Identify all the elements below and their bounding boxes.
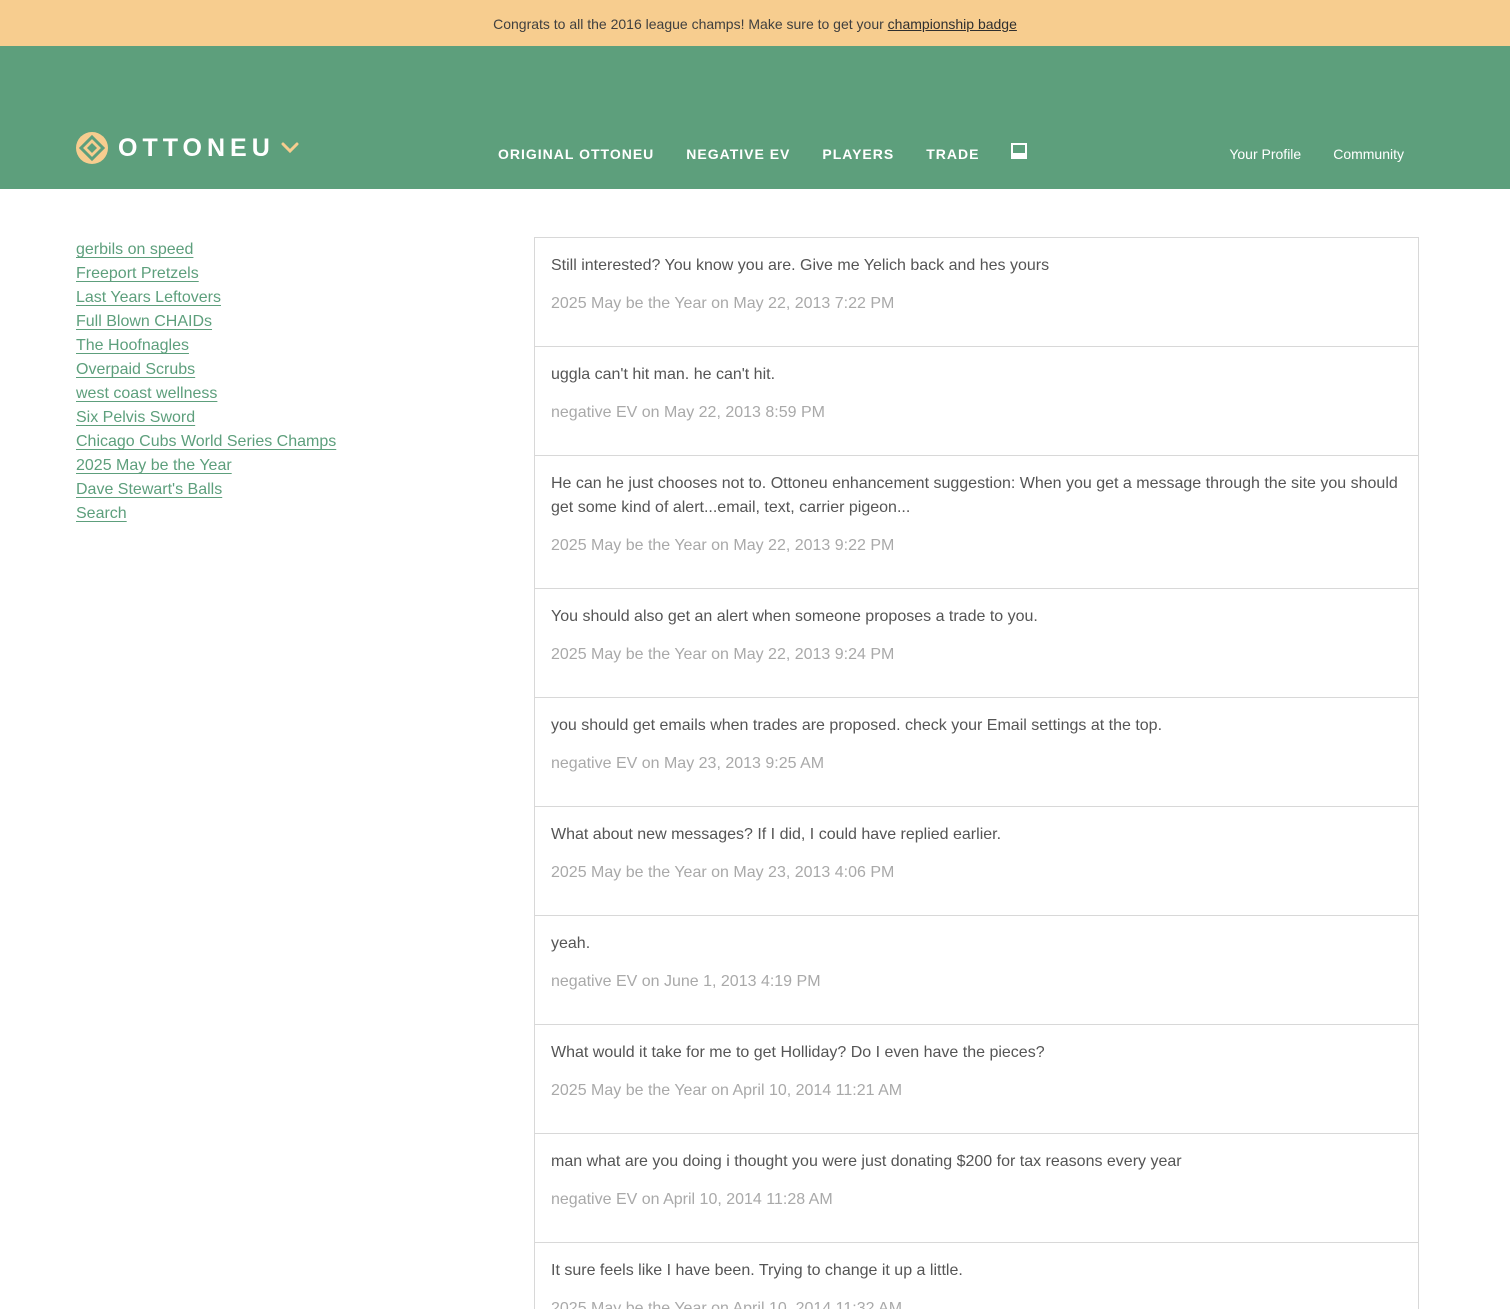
team-link[interactable]: Dave Stewart's Balls <box>76 478 222 502</box>
message: yeah. negative EV on June 1, 2013 4:19 P… <box>535 916 1418 1025</box>
message-body: He can he just chooses not to. Ottoneu e… <box>551 475 1398 516</box>
team-link[interactable]: Chicago Cubs World Series Champs <box>76 430 336 454</box>
message: Still interested? You know you are. Give… <box>535 238 1418 347</box>
message-body: You should also get an alert when someon… <box>551 608 1038 625</box>
nav-negative-ev[interactable]: NEGATIVE EV <box>686 142 790 166</box>
team-link[interactable]: Last Years Leftovers <box>76 286 221 310</box>
brand-logo[interactable]: OTTONEU <box>76 132 299 164</box>
message-thread: Still interested? You know you are. Give… <box>534 237 1419 1309</box>
message-body: It sure feels like I have been. Trying t… <box>551 1262 963 1279</box>
message-body: yeah. <box>551 935 591 952</box>
message: You should also get an alert when someon… <box>535 589 1418 698</box>
search-link[interactable]: Search <box>76 502 127 526</box>
message-meta: negative EV on May 22, 2013 8:59 PM <box>551 404 825 421</box>
message-meta: 2025 May be the Year on May 22, 2013 9:2… <box>551 646 895 663</box>
team-link[interactable]: Six Pelvis Sword <box>76 406 195 430</box>
message: uggla can't hit man. he can't hit. negat… <box>535 347 1418 456</box>
message-body: uggla can't hit man. he can't hit. <box>551 366 776 383</box>
team-link[interactable]: The Hoofnagles <box>76 334 189 358</box>
nav-original-ottoneu[interactable]: ORIGINAL OTTONEU <box>498 142 654 166</box>
ottoneu-logo-icon <box>76 132 108 164</box>
message-meta: 2025 May be the Year on May 23, 2013 4:0… <box>551 864 895 881</box>
message-meta: negative EV on May 23, 2013 9:25 AM <box>551 755 825 772</box>
message-meta: 2025 May be the Year on April 10, 2014 1… <box>551 1082 903 1099</box>
message: It sure feels like I have been. Trying t… <box>535 1243 1418 1309</box>
team-link[interactable]: Overpaid Scrubs <box>76 358 195 382</box>
message-meta: 2025 May be the Year on May 22, 2013 7:2… <box>551 295 895 312</box>
community-link[interactable]: Community <box>1333 142 1404 166</box>
nav-players[interactable]: PLAYERS <box>822 142 894 166</box>
team-link[interactable]: west coast wellness <box>76 382 217 406</box>
user-nav: Your Profile Community <box>1197 142 1404 166</box>
message: What about new messages? If I did, I cou… <box>535 807 1418 916</box>
team-link[interactable]: Full Blown CHAIDs <box>76 310 212 334</box>
your-profile-link[interactable]: Your Profile <box>1229 142 1301 166</box>
championship-badge-link[interactable]: championship badge <box>888 16 1017 32</box>
brand-name: OTTONEU <box>118 134 275 162</box>
message-body: man what are you doing i thought you wer… <box>551 1153 1182 1170</box>
message: man what are you doing i thought you wer… <box>535 1134 1418 1243</box>
chevron-down-icon[interactable] <box>281 142 299 154</box>
message-meta: 2025 May be the Year on May 22, 2013 9:2… <box>551 537 895 554</box>
message-body: Still interested? You know you are. Give… <box>551 257 1050 274</box>
team-sidebar: gerbils on speed Freeport Pretzels Last … <box>76 238 476 526</box>
announcement-bar: Congrats to all the 2016 league champs! … <box>0 0 1510 46</box>
team-link[interactable]: Freeport Pretzels <box>76 262 199 286</box>
message: He can he just chooses not to. Ottoneu e… <box>535 456 1418 589</box>
message: you should get emails when trades are pr… <box>535 698 1418 807</box>
message-body: you should get emails when trades are pr… <box>551 717 1163 734</box>
main-nav: ORIGINAL OTTONEU NEGATIVE EV PLAYERS TRA… <box>498 142 1028 166</box>
nav-trade[interactable]: TRADE <box>926 142 979 166</box>
message-meta: negative EV on June 1, 2013 4:19 PM <box>551 973 821 990</box>
team-link[interactable]: gerbils on speed <box>76 238 193 262</box>
announcement-text: Congrats to all the 2016 league champs! … <box>493 16 888 32</box>
message: What would it take for me to get Hollida… <box>535 1025 1418 1134</box>
message-body: What would it take for me to get Hollida… <box>551 1044 1045 1061</box>
inbox-icon[interactable] <box>1011 143 1028 159</box>
team-link[interactable]: 2025 May be the Year <box>76 454 232 478</box>
message-meta: 2025 May be the Year on April 10, 2014 1… <box>551 1300 903 1309</box>
message-body: What about new messages? If I did, I cou… <box>551 826 1002 843</box>
message-meta: negative EV on April 10, 2014 11:28 AM <box>551 1191 833 1208</box>
site-header: OTTONEU ORIGINAL OTTONEU NEGATIVE EV PLA… <box>0 46 1510 189</box>
